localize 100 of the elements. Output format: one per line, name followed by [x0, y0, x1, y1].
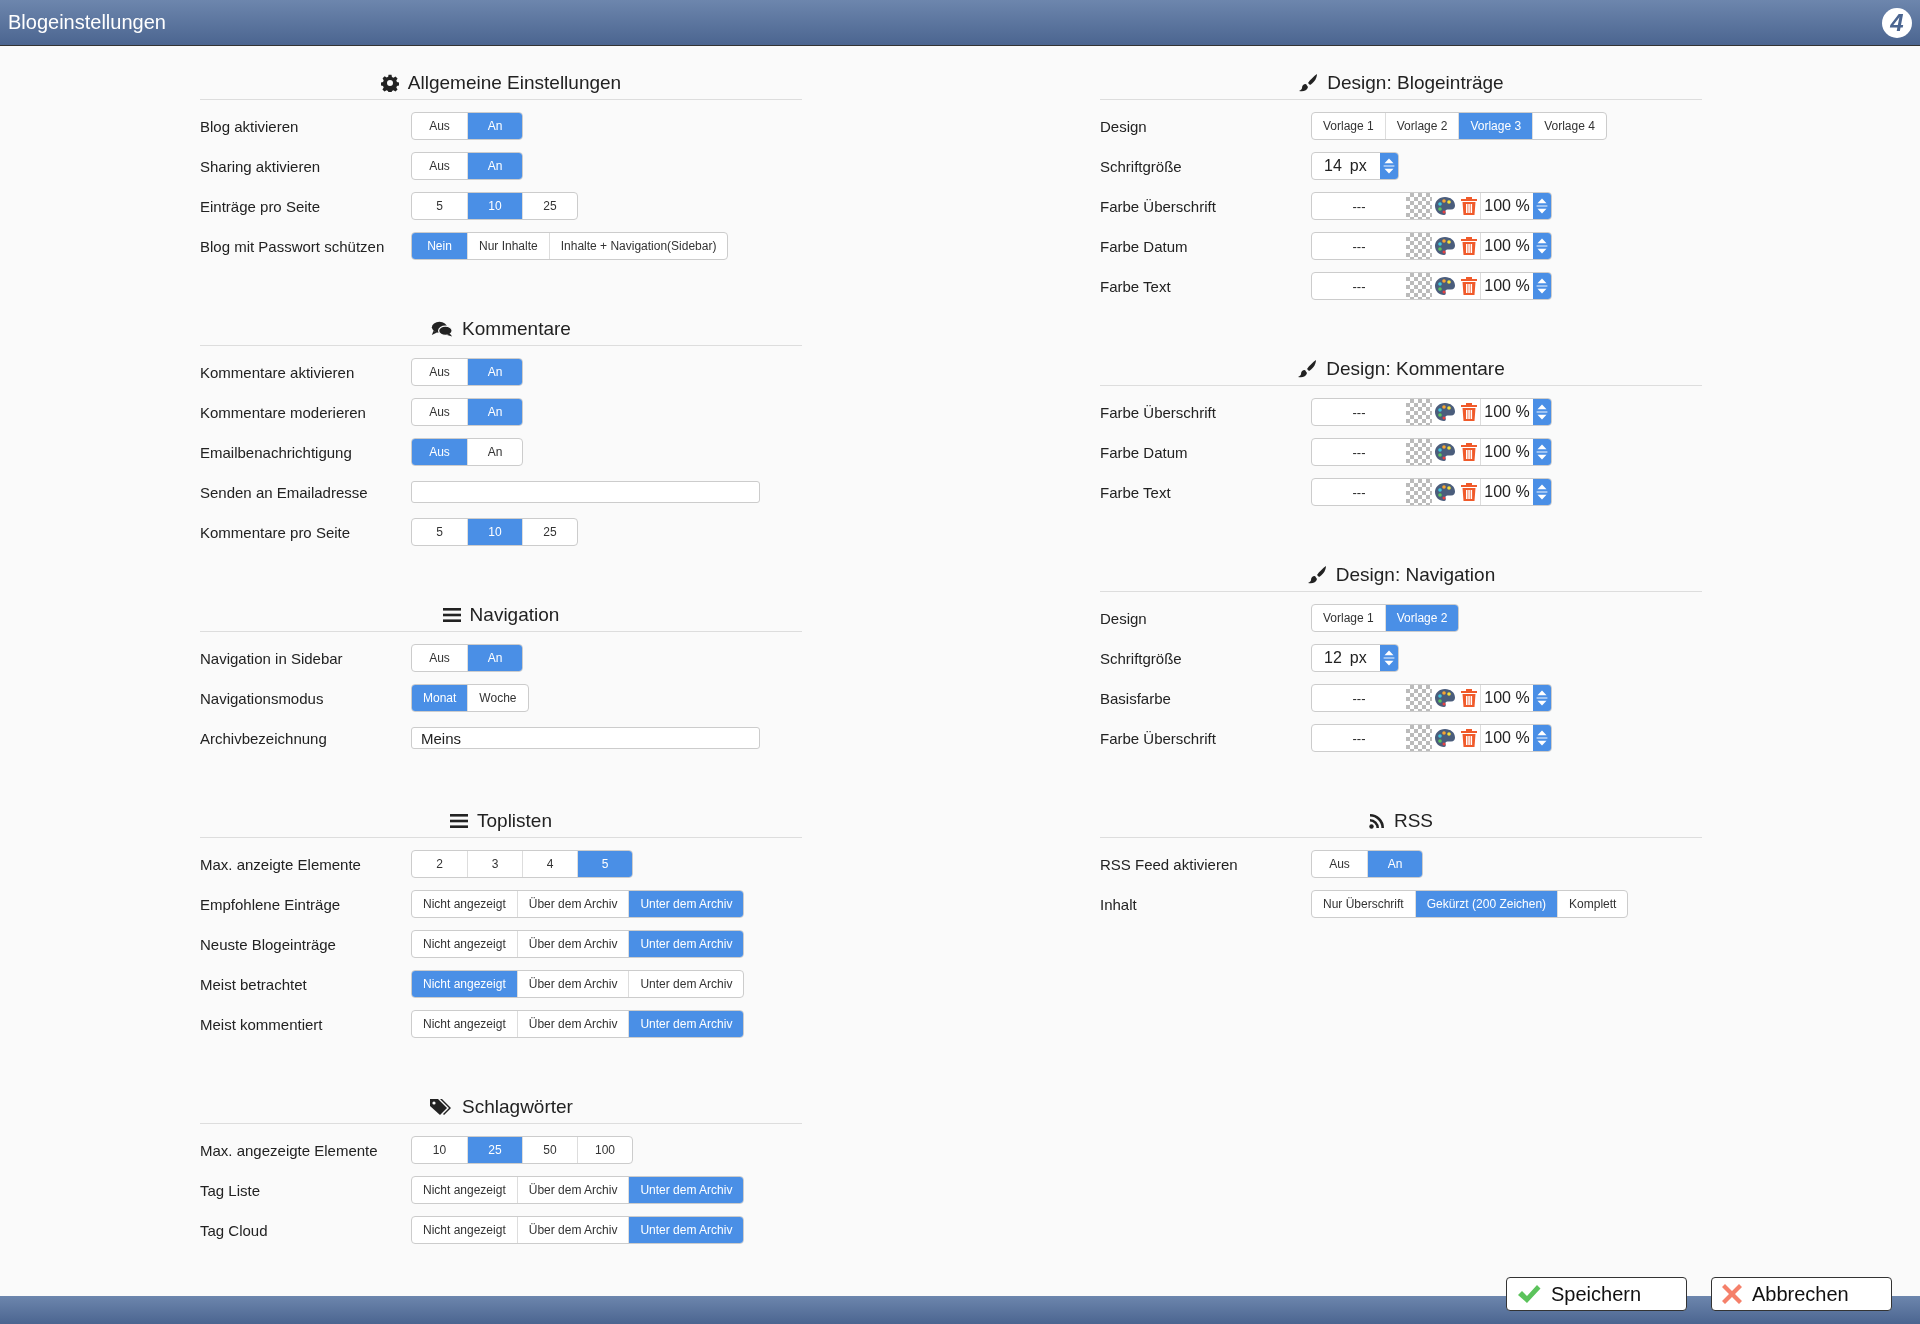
segment-option[interactable]: Inhalte + Navigation(Sidebar): [548, 233, 728, 259]
segment-option[interactable]: Unter dem Archiv: [628, 971, 744, 997]
menu-icon: [450, 813, 468, 829]
segment-option[interactable]: 3: [467, 851, 522, 877]
segment-option[interactable]: 5: [412, 519, 467, 545]
spinner-arrows-icon[interactable]: [1380, 153, 1398, 179]
font-size-field[interactable]: 12 px: [1311, 644, 1399, 672]
trash-icon[interactable]: [1460, 482, 1478, 502]
spinner-arrows-icon[interactable]: [1533, 479, 1551, 505]
segment-option[interactable]: Vorlage 1: [1312, 605, 1385, 631]
palette-icon[interactable]: [1434, 276, 1456, 296]
setting-label: Design: [1100, 609, 1148, 627]
size-unit: px: [1349, 649, 1367, 667]
spinner-arrows-icon[interactable]: [1533, 685, 1551, 711]
palette-icon[interactable]: [1434, 196, 1456, 216]
transparency-swatch: [1406, 233, 1432, 259]
color-picker-field[interactable]: --- 100 %: [1311, 724, 1552, 752]
palette-icon[interactable]: [1434, 442, 1456, 462]
setting-label: Blog mit Passwort schützen: [200, 237, 386, 255]
text-input-field[interactable]: Meins: [411, 727, 760, 749]
text-input-field[interactable]: [411, 481, 760, 503]
segment-option[interactable]: Woche: [467, 685, 528, 711]
segment-option[interactable]: 10: [412, 1137, 467, 1163]
color-picker-field[interactable]: --- 100 %: [1311, 438, 1552, 466]
font-size-field[interactable]: 14 px: [1311, 152, 1399, 180]
segment-option[interactable]: Vorlage 4: [1532, 113, 1606, 139]
segment-option[interactable]: 25: [522, 519, 577, 545]
segment-option[interactable]: Nur Überschrift: [1312, 891, 1415, 917]
setting-label: Archivbezeichnung: [200, 729, 328, 747]
transparency-swatch: [1406, 439, 1432, 465]
spinner-arrows-icon[interactable]: [1533, 193, 1551, 219]
palette-icon[interactable]: [1434, 236, 1456, 256]
color-value: ---: [1351, 277, 1367, 296]
segment-option[interactable]: 5: [412, 193, 467, 219]
segment-option[interactable]: Über dem Archiv: [516, 971, 629, 997]
size-value: 14: [1324, 157, 1342, 175]
section-heading: Toplisten: [477, 810, 552, 832]
transparency-swatch: [1406, 193, 1432, 219]
section-heading: Allgemeine Einstellungen: [407, 72, 622, 94]
setting-label: Meist betrachtet: [200, 975, 308, 993]
color-picker-field[interactable]: --- 100 %: [1311, 478, 1552, 506]
palette-icon[interactable]: [1434, 402, 1456, 422]
segment-option[interactable]: 100: [577, 1137, 632, 1163]
segment-option[interactable]: Nur Inhalte: [467, 233, 549, 259]
spinner-arrows-icon[interactable]: [1533, 725, 1551, 751]
segment-option[interactable]: Aus: [412, 399, 467, 425]
trash-icon[interactable]: [1460, 196, 1478, 216]
setting-label: Tag Liste: [200, 1181, 262, 1199]
save-button[interactable]: Speichern: [1506, 1277, 1687, 1311]
segment-option[interactable]: 50: [522, 1137, 577, 1163]
spinner-arrows-icon[interactable]: [1380, 645, 1398, 671]
chat-bubbles-icon: [431, 320, 454, 338]
segment-option[interactable]: Aus: [412, 359, 467, 385]
spinner-arrows-icon[interactable]: [1533, 399, 1551, 425]
setting-label: Kommentare pro Seite: [200, 523, 352, 541]
palette-icon[interactable]: [1434, 482, 1456, 502]
spinner-arrows-icon[interactable]: [1533, 233, 1551, 259]
transparency-swatch: [1406, 273, 1432, 299]
color-picker-field[interactable]: --- 100 %: [1311, 398, 1552, 426]
segment-option[interactable]: Komplett: [1557, 891, 1628, 917]
spinner-arrows-icon[interactable]: [1533, 439, 1551, 465]
setting-label: Schriftgröße: [1100, 649, 1183, 667]
segment-option[interactable]: Aus: [412, 645, 467, 671]
trash-icon[interactable]: [1460, 236, 1478, 256]
trash-icon[interactable]: [1460, 442, 1478, 462]
segment-option[interactable]: Aus: [1312, 851, 1367, 877]
cancel-button[interactable]: Abbrechen: [1711, 1277, 1892, 1311]
segment-option[interactable]: Aus: [412, 153, 467, 179]
color-picker-field[interactable]: --- 100 %: [1311, 192, 1552, 220]
menu-icon: [442, 607, 461, 623]
setting-label: Basisfarbe: [1100, 689, 1172, 707]
segment-option[interactable]: Vorlage 1: [1312, 113, 1385, 139]
color-value: ---: [1351, 403, 1367, 422]
color-value: ---: [1351, 443, 1367, 462]
trash-icon[interactable]: [1460, 402, 1478, 422]
setting-label: Inhalt: [1100, 895, 1138, 913]
setting-label: Tag Cloud: [200, 1221, 269, 1239]
segment-option[interactable]: Nicht angezeigt: [412, 1011, 517, 1037]
segment-option[interactable]: 2: [412, 851, 467, 877]
setting-label: Emailbenachrichtigung: [200, 443, 353, 461]
setting-label: Farbe Text: [1100, 483, 1172, 501]
palette-icon[interactable]: [1434, 688, 1456, 708]
trash-icon[interactable]: [1460, 728, 1478, 748]
segment-option[interactable]: Nicht angezeigt: [412, 1217, 517, 1243]
trash-icon[interactable]: [1460, 276, 1478, 296]
setting-label: Max. angezeigte Elemente: [200, 1141, 379, 1159]
trash-icon[interactable]: [1460, 688, 1478, 708]
segment-option[interactable]: Nicht angezeigt: [412, 891, 517, 917]
paintbrush-icon: [1306, 565, 1327, 585]
segment-option[interactable]: Nicht angezeigt: [412, 1177, 517, 1203]
color-picker-field[interactable]: --- 100 %: [1311, 272, 1552, 300]
spinner-arrows-icon[interactable]: [1533, 273, 1551, 299]
segment-option[interactable]: An: [467, 439, 522, 465]
color-picker-field[interactable]: --- 100 %: [1311, 232, 1552, 260]
color-picker-field[interactable]: --- 100 %: [1311, 684, 1552, 712]
palette-icon[interactable]: [1434, 728, 1456, 748]
segment-option[interactable]: Aus: [412, 113, 467, 139]
segment-option[interactable]: Nicht angezeigt: [412, 931, 517, 957]
setting-label: Farbe Text: [1100, 277, 1172, 295]
segment-option[interactable]: 25: [522, 193, 577, 219]
